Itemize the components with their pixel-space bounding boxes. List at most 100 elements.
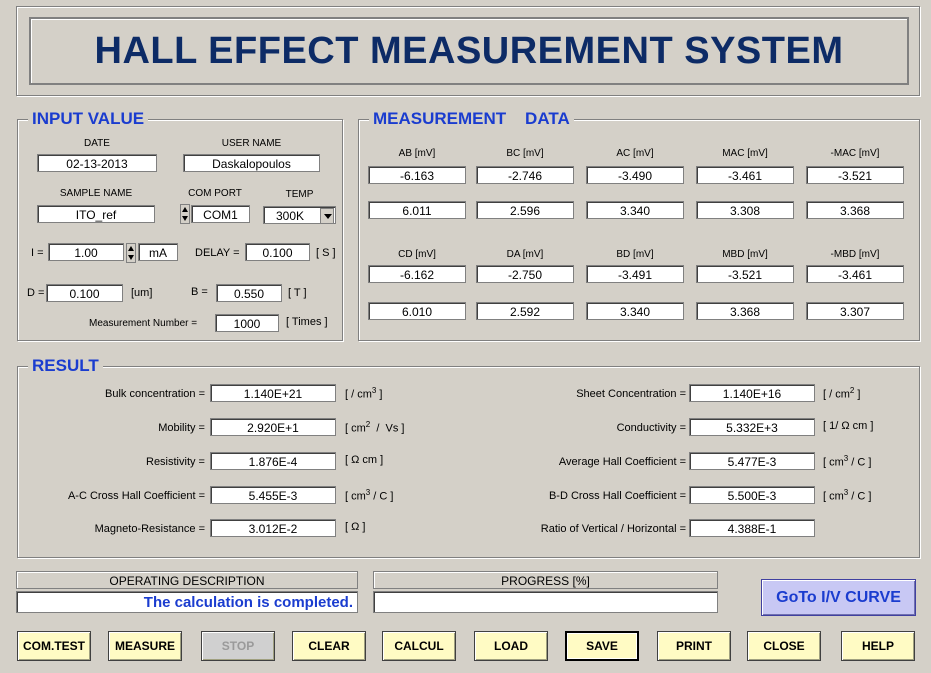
delay-label: DELAY = bbox=[195, 247, 240, 259]
field-b-label: B = bbox=[191, 286, 208, 298]
result-value-field[interactable]: 5.455E-3 bbox=[210, 486, 336, 504]
delay-field[interactable]: 0.100 bbox=[245, 243, 310, 261]
input-value-heading: INPUT VALUE bbox=[28, 109, 149, 129]
measurement-value-field[interactable]: 3.307 bbox=[806, 302, 904, 320]
field-b-unit: [ T ] bbox=[288, 287, 307, 299]
thickness-field[interactable]: 0.100 bbox=[46, 284, 123, 302]
measurement-value-field[interactable]: -3.461 bbox=[806, 265, 904, 283]
measurement-value-field[interactable]: -6.163 bbox=[368, 166, 466, 184]
operating-description-field: The calculation is completed. bbox=[16, 591, 358, 613]
result-label: Resistivity = bbox=[146, 456, 205, 468]
goto-iv-curve-button[interactable]: GoTo I/V CURVE bbox=[761, 579, 916, 616]
measurement-value-field[interactable]: -6.162 bbox=[368, 265, 466, 283]
measurement-value-field[interactable]: 3.340 bbox=[586, 302, 684, 320]
measurement-value-field[interactable]: -3.521 bbox=[696, 265, 794, 283]
measurement-column-header: AC [mV] bbox=[616, 148, 654, 159]
result-value-field[interactable]: 1.140E+16 bbox=[689, 384, 815, 402]
measurement-value-field[interactable]: 3.368 bbox=[696, 302, 794, 320]
result-unit: [ Ω cm ] bbox=[345, 454, 384, 466]
measurement-value-field[interactable]: -3.461 bbox=[696, 166, 794, 184]
measurement-value-field[interactable]: 3.368 bbox=[806, 201, 904, 219]
save-button[interactable]: SAVE bbox=[565, 631, 639, 661]
com-port-label: COM PORT bbox=[188, 188, 242, 199]
current-unit-field[interactable]: mA bbox=[138, 243, 178, 261]
current-field[interactable]: 1.00 bbox=[48, 243, 124, 261]
clear-button[interactable]: CLEAR bbox=[292, 631, 366, 661]
measurement-column-header: CD [mV] bbox=[398, 249, 436, 260]
measurement-value-field[interactable]: -2.750 bbox=[476, 265, 574, 283]
sample-name-field[interactable]: ITO_ref bbox=[37, 205, 155, 223]
measurement-column-header: MAC [mV] bbox=[722, 148, 768, 159]
result-value-field[interactable]: 2.920E+1 bbox=[210, 418, 336, 436]
measurement-column-header: AB [mV] bbox=[398, 148, 436, 159]
result-value-field[interactable]: 5.332E+3 bbox=[689, 418, 815, 436]
result-label: B-D Cross Hall Coefficient = bbox=[548, 490, 686, 502]
result-label: Mobility = bbox=[158, 422, 205, 434]
result-unit: [ cm3 / C ] bbox=[823, 454, 872, 469]
result-unit: [ / cm2 ] bbox=[823, 386, 861, 401]
result-value-field[interactable]: 5.477E-3 bbox=[689, 452, 815, 470]
title-frame: HALL EFFECT MEASUREMENT SYSTEM bbox=[16, 6, 920, 96]
result-heading: RESULT bbox=[28, 356, 103, 376]
measurement-data-heading: MEASUREMENT DATA bbox=[369, 109, 574, 129]
com-port-spinner[interactable] bbox=[180, 204, 190, 224]
measurement-number-unit: [ Times ] bbox=[286, 316, 328, 328]
measurement-number-label: Measurement Number = bbox=[89, 318, 198, 329]
measurement-value-field[interactable]: 2.592 bbox=[476, 302, 574, 320]
result-unit: [ cm2 / Vs ] bbox=[345, 420, 405, 435]
sample-name-label: SAMPLE NAME bbox=[59, 188, 133, 199]
result-unit: [ cm3 / C ] bbox=[823, 488, 872, 503]
operating-description-header: OPERATING DESCRIPTION bbox=[16, 571, 358, 589]
measurement-value-field[interactable]: 3.340 bbox=[586, 201, 684, 219]
progress-bar bbox=[373, 591, 718, 613]
measurement-number-field[interactable]: 1000 bbox=[215, 314, 279, 332]
result-unit: [ 1/ Ω cm ] bbox=[823, 420, 874, 432]
current-spinner[interactable] bbox=[126, 243, 136, 263]
measure-button[interactable]: MEASURE bbox=[108, 631, 182, 661]
print-button[interactable]: PRINT bbox=[657, 631, 731, 661]
result-label: Sheet Concentration = bbox=[576, 388, 686, 400]
result-label: Average Hall Coefficient = bbox=[558, 456, 686, 468]
load-button[interactable]: LOAD bbox=[474, 631, 548, 661]
measurement-column-header: DA [mV] bbox=[506, 249, 544, 260]
thickness-label: D = bbox=[27, 287, 45, 299]
result-label: Conductivity = bbox=[616, 422, 686, 434]
measurement-value-field[interactable]: -2.746 bbox=[476, 166, 574, 184]
chevron-down-icon[interactable] bbox=[320, 208, 334, 223]
result-value-field[interactable]: 3.012E-2 bbox=[210, 519, 336, 537]
measurement-column-header: BD [mV] bbox=[616, 249, 654, 260]
measurement-column-header: -MBD [mV] bbox=[830, 249, 880, 260]
result-value-field[interactable]: 4.388E-1 bbox=[689, 519, 815, 537]
result-value-field[interactable]: 1.140E+21 bbox=[210, 384, 336, 402]
field-b-field[interactable]: 0.550 bbox=[216, 284, 282, 302]
measurement-value-field[interactable]: -3.491 bbox=[586, 265, 684, 283]
stop-button[interactable]: STOP bbox=[201, 631, 275, 661]
result-label: Bulk concentration = bbox=[105, 388, 205, 400]
title-panel: HALL EFFECT MEASUREMENT SYSTEM bbox=[29, 17, 909, 85]
temp-select[interactable]: 300K bbox=[263, 206, 336, 224]
measurement-value-field[interactable]: 6.010 bbox=[368, 302, 466, 320]
measurement-column-header: BC [mV] bbox=[506, 148, 544, 159]
user-name-field[interactable]: Daskalopoulos bbox=[183, 154, 320, 172]
result-value-field[interactable]: 1.876E-4 bbox=[210, 452, 336, 470]
help-button[interactable]: HELP bbox=[841, 631, 915, 661]
result-value-field[interactable]: 5.500E-3 bbox=[689, 486, 815, 504]
measurement-value-field[interactable]: 3.308 bbox=[696, 201, 794, 219]
measurement-value-field[interactable]: -3.521 bbox=[806, 166, 904, 184]
measurement-value-field[interactable]: -3.490 bbox=[586, 166, 684, 184]
result-label: Ratio of Vertical / Horizontal = bbox=[540, 523, 686, 535]
measurement-value-field[interactable]: 2.596 bbox=[476, 201, 574, 219]
result-unit: [ / cm3 ] bbox=[345, 386, 383, 401]
measurement-column-header: -MAC [mV] bbox=[830, 148, 880, 159]
measurement-value-field[interactable]: 6.011 bbox=[368, 201, 466, 219]
close-button[interactable]: CLOSE bbox=[747, 631, 821, 661]
temp-value: 300K bbox=[276, 209, 305, 223]
thickness-unit: [um] bbox=[131, 287, 153, 299]
progress-header: PROGRESS [%] bbox=[373, 571, 718, 589]
com-port-field[interactable]: COM1 bbox=[191, 205, 250, 223]
calcul-button[interactable]: CALCUL bbox=[382, 631, 456, 661]
com-test-button[interactable]: COM.TEST bbox=[17, 631, 91, 661]
temp-label: TEMP bbox=[285, 189, 314, 200]
date-field[interactable]: 02-13-2013 bbox=[37, 154, 157, 172]
current-label: I = bbox=[31, 247, 44, 259]
